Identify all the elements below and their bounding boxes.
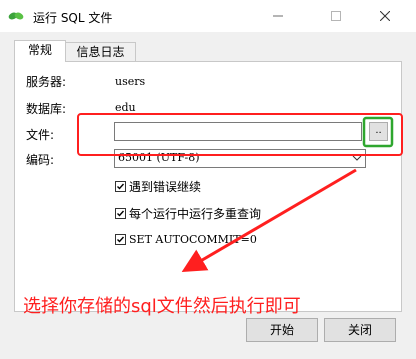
encoding-select[interactable]: 65001 (UTF-8) — [114, 149, 366, 168]
autocommit-label: SET AUTOCOMMIT=0 — [129, 232, 257, 246]
checkbox-multiple-queries[interactable] — [115, 207, 126, 219]
tab-general[interactable]: 常规 — [14, 40, 66, 62]
sql-leaf-icon — [8, 9, 24, 23]
minimize-button[interactable] — [255, 0, 301, 32]
file-path-input[interactable] — [114, 122, 362, 141]
database-label: 数据库: — [26, 102, 67, 116]
server-label: 服务器: — [26, 75, 67, 89]
checkmark-icon — [117, 236, 125, 243]
file-label: 文件: — [26, 128, 55, 142]
close-window-button[interactable] — [362, 0, 408, 32]
checkmark-icon — [117, 183, 125, 190]
maximize-icon — [331, 11, 341, 21]
start-button[interactable]: 开始 — [246, 318, 318, 342]
encoding-selected-value: 65001 (UTF-8) — [118, 151, 200, 164]
checkbox-autocommit[interactable] — [115, 233, 126, 245]
option-continue-on-error[interactable]: 遇到错误继续 — [115, 178, 201, 194]
general-panel — [14, 61, 402, 312]
database-value: edu — [115, 101, 136, 114]
close-icon — [380, 11, 390, 21]
continue-on-error-label: 遇到错误继续 — [129, 179, 202, 194]
close-button[interactable]: 关闭 — [324, 318, 396, 342]
option-autocommit[interactable]: SET AUTOCOMMIT=0 — [115, 231, 257, 247]
option-multiple-queries[interactable]: 每个运行中运行多重查询 — [115, 205, 261, 221]
annotation-text: 选择你存储的sql文件然后执行即可 — [23, 296, 301, 317]
run-sql-file-window: 运行 SQL 文件 常规 信息日志 服务器: users 数据库: edu 文件… — [0, 0, 416, 359]
title-bar[interactable]: 运行 SQL 文件 — [0, 0, 416, 32]
chevron-down-icon — [352, 152, 362, 164]
tab-info-log[interactable]: 信息日志 — [66, 42, 136, 62]
browse-file-button[interactable]: .. — [369, 122, 388, 141]
multiple-queries-label: 每个运行中运行多重查询 — [129, 206, 262, 221]
server-value: users — [115, 75, 146, 88]
window-title: 运行 SQL 文件 — [33, 11, 113, 25]
encoding-label: 编码: — [26, 153, 55, 167]
checkbox-continue-on-error[interactable] — [115, 180, 126, 192]
maximize-button[interactable] — [313, 0, 359, 32]
checkmark-icon — [117, 210, 125, 217]
minimize-icon — [273, 15, 283, 17]
